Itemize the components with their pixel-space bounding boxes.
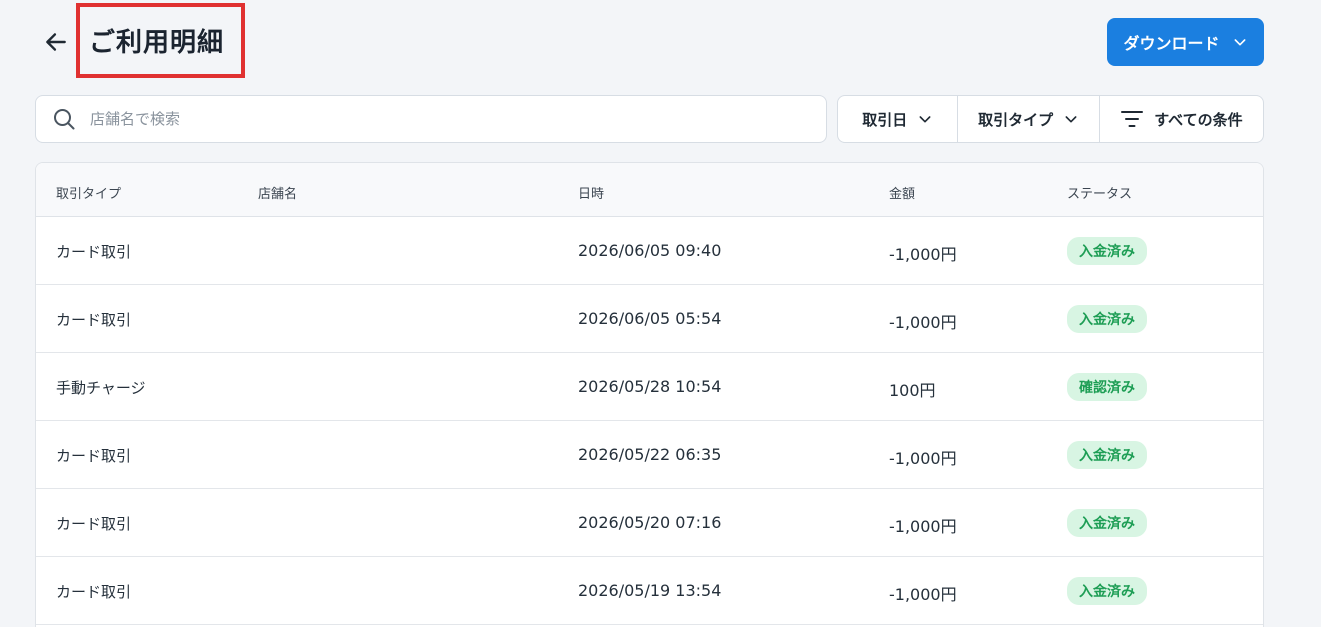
filter-date-button[interactable]: 取引日 bbox=[838, 96, 959, 142]
table-row[interactable]: カード取引 2026/06/05 05:54 -1,000円 入金済み bbox=[36, 285, 1263, 353]
table-row[interactable]: 手動チャージ 2026/05/28 10:54 100円 確認済み bbox=[36, 353, 1263, 421]
filter-date-label: 取引日 bbox=[862, 110, 908, 129]
filter-type-button[interactable]: 取引タイプ bbox=[958, 96, 1100, 142]
cell-type: カード取引 bbox=[56, 447, 132, 465]
cell-datetime: 2026/05/28 10:54 bbox=[578, 377, 722, 396]
cell-type: カード取引 bbox=[56, 243, 132, 261]
table-row[interactable]: カード取引 2026/06/05 09:40 -1,000円 入金済み bbox=[36, 217, 1263, 285]
table-row[interactable]: カード取引 2026/05/20 07:16 -1,000円 入金済み bbox=[36, 489, 1263, 557]
chevron-down-icon bbox=[919, 116, 931, 123]
cell-datetime: 2026/06/05 09:40 bbox=[578, 241, 722, 260]
cell-datetime: 2026/05/19 13:54 bbox=[578, 581, 722, 600]
filter-bar: 取引日 取引タイプ すべての条件 bbox=[837, 95, 1264, 143]
cell-amount: 100円 bbox=[889, 381, 936, 400]
cell-amount: -1,000円 bbox=[889, 245, 957, 264]
filter-all-conditions-button[interactable]: すべての条件 bbox=[1100, 96, 1263, 142]
cell-amount: -1,000円 bbox=[889, 313, 957, 332]
title-highlight-box: ご利用明細 bbox=[76, 3, 245, 78]
search-icon bbox=[54, 109, 75, 130]
search-box[interactable] bbox=[35, 95, 827, 143]
table-row[interactable]: カード取引 2026/05/22 06:35 -1,000円 入金済み bbox=[36, 421, 1263, 489]
cell-datetime: 2026/05/20 07:16 bbox=[578, 513, 722, 532]
cell-datetime: 2026/05/22 06:35 bbox=[578, 445, 722, 464]
chevron-down-icon bbox=[1234, 39, 1245, 46]
status-badge: 入金済み bbox=[1067, 509, 1147, 537]
table-row[interactable]: カード取引 2026/05/19 13:54 -1,000円 入金済み bbox=[36, 557, 1263, 625]
status-badge: 入金済み bbox=[1067, 237, 1147, 265]
back-button[interactable] bbox=[40, 26, 72, 58]
column-header-status[interactable]: ステータス bbox=[1067, 183, 1132, 202]
filter-all-conditions-label: すべての条件 bbox=[1154, 110, 1243, 129]
column-header-type[interactable]: 取引タイプ bbox=[56, 183, 121, 202]
column-header-amount[interactable]: 金額 bbox=[889, 183, 915, 202]
cell-type: カード取引 bbox=[56, 311, 132, 329]
search-input[interactable] bbox=[90, 110, 770, 128]
status-badge: 確認済み bbox=[1067, 373, 1147, 401]
page-title: ご利用明細 bbox=[89, 28, 225, 58]
column-header-datetime[interactable]: 日時 bbox=[578, 183, 604, 202]
status-badge: 入金済み bbox=[1067, 305, 1147, 333]
column-header-store[interactable]: 店舗名 bbox=[258, 183, 297, 202]
cell-amount: -1,000円 bbox=[889, 585, 957, 604]
filter-type-label: 取引タイプ bbox=[978, 110, 1054, 129]
cell-type: カード取引 bbox=[56, 515, 132, 533]
status-badge: 入金済み bbox=[1067, 577, 1147, 605]
status-badge: 入金済み bbox=[1067, 441, 1147, 469]
cell-type: 手動チャージ bbox=[56, 379, 146, 397]
cell-type: カード取引 bbox=[56, 583, 132, 601]
filter-lines-icon bbox=[1121, 111, 1144, 127]
page: ご利用明細 ダウンロード 取引日 取引タイプ bbox=[0, 0, 1321, 627]
cell-amount: -1,000円 bbox=[889, 517, 957, 536]
chevron-down-icon bbox=[1065, 116, 1077, 123]
download-button[interactable]: ダウンロード bbox=[1107, 18, 1264, 66]
cell-amount: -1,000円 bbox=[889, 449, 957, 468]
download-button-label: ダウンロード bbox=[1123, 34, 1220, 53]
table-header: 取引タイプ 店舗名 日時 金額 ステータス bbox=[36, 163, 1263, 217]
arrow-left-icon bbox=[46, 33, 66, 51]
transactions-table: 取引タイプ 店舗名 日時 金額 ステータス カード取引 2026/06/05 0… bbox=[35, 162, 1264, 627]
cell-datetime: 2026/06/05 05:54 bbox=[578, 309, 722, 328]
